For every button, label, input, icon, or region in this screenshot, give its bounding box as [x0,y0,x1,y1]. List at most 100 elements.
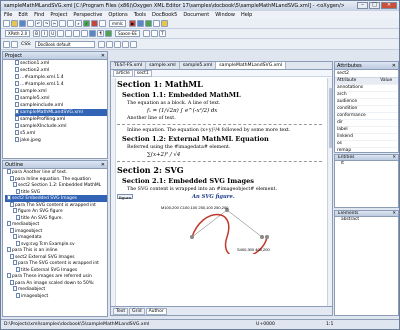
underline-icon[interactable]: U [49,30,57,37]
menu-item[interactable]: File [4,12,12,18]
project-tree-item[interactable]: ...#sample.xml.1.4 [15,74,107,81]
attribute-row[interactable]: conformance [335,112,398,120]
bold-icon[interactable]: B [33,30,41,37]
align-left-icon[interactable] [97,40,105,48]
para-icon[interactable]: ¶ [97,30,105,37]
scenario-icon[interactable] [137,20,145,27]
attribute-value[interactable] [378,105,398,113]
maximize-button[interactable]: □ [369,2,380,9]
scenario-select[interactable]: Saxon-EE [115,30,140,37]
save-icon[interactable] [19,20,26,27]
editor-mode-tab[interactable]: Grid [129,307,145,315]
find-icon[interactable]: ⌕ [75,20,82,27]
apply-icon[interactable] [145,20,153,27]
paste-icon[interactable] [67,20,74,27]
project-tree-item[interactable]: section1.xml [15,60,107,67]
attribute-row[interactable]: linkend [335,133,398,141]
align-right-icon[interactable] [113,40,121,48]
print-icon[interactable] [27,20,34,27]
menu-item[interactable]: Window [215,12,235,18]
attribute-row[interactable]: dir [335,119,398,127]
menu-item[interactable]: Project [50,12,67,18]
copy-icon[interactable] [59,20,66,27]
close-button[interactable]: ✕ [381,2,397,9]
xpath-field[interactable]: XPath 2.0 [5,30,31,37]
section-icon[interactable] [89,30,97,37]
attribute-value[interactable] [378,133,398,141]
italic-icon[interactable]: I [41,30,49,37]
open-folder-icon[interactable] [11,20,18,27]
attribute-row[interactable]: condition [335,105,398,113]
attribute-row[interactable]: label [335,126,398,134]
menu-item[interactable]: DocBook5 [152,12,177,18]
profiling-icon[interactable] [153,20,161,27]
attribute-value[interactable] [378,112,398,120]
editor-tab[interactable]: sample5.xml [180,62,217,69]
project-tree-item[interactable]: sample5.xml [15,95,107,102]
project-tree-item[interactable]: sampleProfiling.xml [15,116,107,123]
document-view[interactable]: Section 1: MathML Section 1.1: Embedded … [117,78,322,306]
minimize-button[interactable]: – [357,2,368,9]
redo-icon[interactable]: ↷ [43,20,50,27]
menu-item[interactable]: Tools [134,12,146,18]
outdent-icon[interactable] [129,40,137,48]
figure-tag[interactable]: figure [117,194,134,200]
attribute-value[interactable] [378,140,398,148]
xml-icon[interactable] [142,30,150,37]
editor-scrollbar[interactable] [327,78,332,306]
text-icon[interactable]: T [158,30,166,37]
close-icon[interactable]: ✕ [392,62,396,70]
project-tree-item[interactable]: section2.xml [15,67,107,74]
tags-icon[interactable] [150,30,158,37]
outline-item[interactable]: para The SVG content is wrapped int [5,260,107,267]
insert-icon[interactable] [105,30,113,37]
close-icon[interactable]: ✕ [101,161,105,169]
project-tree-item[interactable]: sampleinclude.xml [15,102,107,109]
align-center-icon[interactable] [105,40,113,48]
editor-tab[interactable]: sampleMathMLandSVG.xml [216,62,287,69]
mathml-button[interactable]: mmlc [109,20,127,27]
image-icon[interactable] [81,30,89,37]
menu-item[interactable]: Perspective [73,12,102,18]
attribute-value[interactable] [378,119,398,127]
menu-item[interactable]: Options [108,12,127,18]
editor-mode-tab[interactable]: Author [145,307,167,315]
close-icon[interactable]: ✕ [392,155,396,160]
attribute-value[interactable] [378,126,398,134]
attribute-value[interactable] [378,98,398,106]
breadcrumb-item[interactable]: sect1 [133,70,152,77]
validate-icon[interactable]: ✓ [83,20,90,27]
tag-mode-icon[interactable] [11,40,18,48]
attribute-value[interactable] [378,91,398,99]
attribute-row[interactable]: annotations [335,84,398,92]
menu-item[interactable]: Document [183,12,209,18]
project-tree-item[interactable]: sample.xml [15,88,107,95]
run-icon[interactable]: ▶ [129,20,137,27]
bookmark-icon[interactable] [161,20,169,27]
cut-icon[interactable]: ✂ [51,20,58,27]
list-icon[interactable] [65,30,73,37]
outline-item[interactable]: imageobject [5,292,107,300]
attribute-value[interactable] [378,84,398,92]
editor-mode-tab[interactable]: Text [113,307,129,315]
breadcrumb-item[interactable]: article [113,70,133,77]
css-select[interactable]: DocBook default [34,40,95,48]
attribute-row[interactable]: arch [335,91,398,99]
project-tree-item[interactable]: jake.jpeg [15,137,107,144]
menu-item[interactable]: Help [241,12,252,18]
project-tree-item[interactable]: sampleXInclude.xml [15,123,107,130]
transform-icon[interactable] [91,20,98,27]
project-tree-item[interactable]: ...#sample.xml.1.4 [15,81,107,88]
project-tree-item[interactable]: s5.xml [15,130,107,137]
outline-item[interactable]: sect2 Section 1.2: Embedded MathML [5,182,107,189]
close-icon[interactable]: ✕ [101,52,105,60]
outline-item[interactable]: para These images are referred usin [5,273,107,280]
close-icon[interactable]: ✕ [392,211,396,216]
editor-tab[interactable]: TEST-FS.xml [111,62,147,69]
menu-item[interactable]: Edit [18,12,28,18]
editor-tab[interactable]: sample.xml [146,62,180,69]
project-tree-item[interactable]: sampleMathMLandSVG.xml [15,109,107,116]
new-file-icon[interactable] [3,20,10,27]
attribute-row[interactable]: audience [335,98,398,106]
undo-icon[interactable]: ↶ [35,20,42,27]
